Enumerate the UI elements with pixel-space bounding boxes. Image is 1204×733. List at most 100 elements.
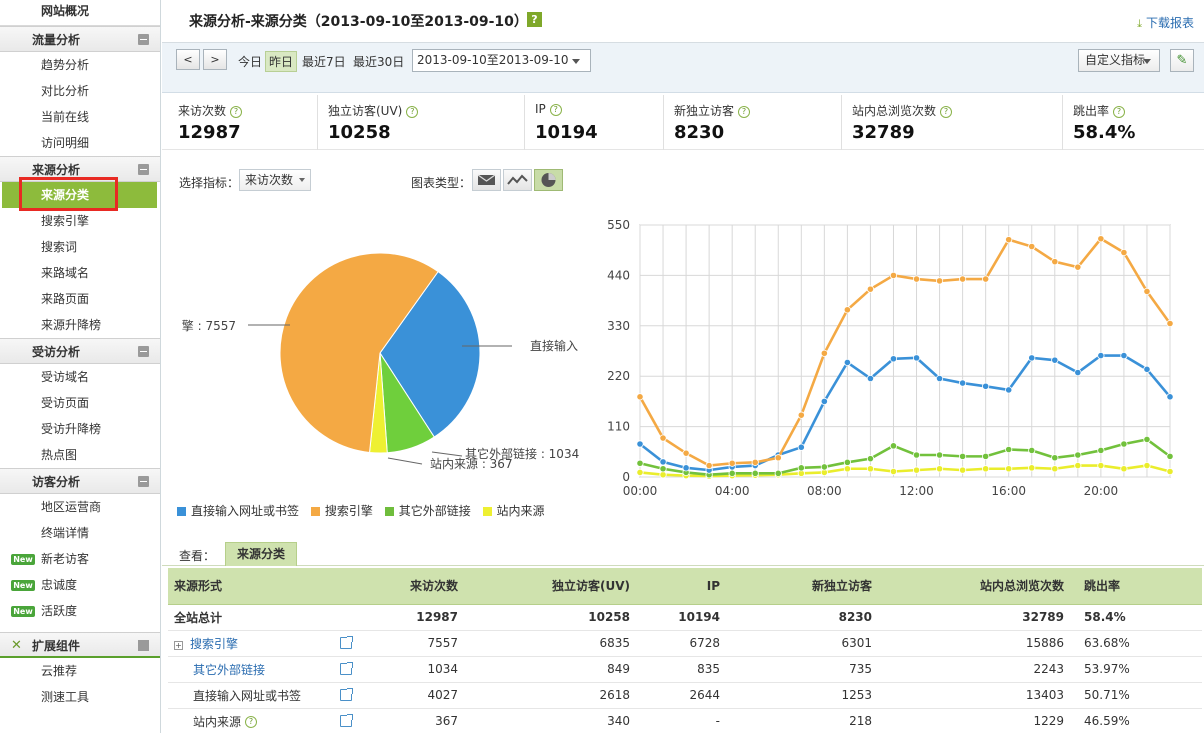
series-search-point[interactable] [774, 454, 782, 462]
series-search-point[interactable] [636, 393, 644, 401]
sidebar-item-visited-domain[interactable]: 受访域名 [0, 364, 160, 390]
series-search-point[interactable] [843, 306, 851, 314]
sidebar-item-cloud-recommend[interactable]: 云推荐 [0, 658, 160, 684]
series-direct-point[interactable] [682, 464, 690, 472]
series-internal-point[interactable] [1097, 461, 1105, 470]
series-external-point[interactable] [843, 458, 851, 466]
sidebar-item-visited-page[interactable]: 受访页面 [0, 390, 160, 416]
series-search-point[interactable] [751, 458, 759, 466]
legend-item-external[interactable]: 其它外部链接 [384, 502, 471, 519]
series-direct-point[interactable] [636, 440, 644, 448]
sidebar-item-compare[interactable]: 对比分析 [0, 78, 160, 104]
sidebar-item-terminal[interactable]: 终端详情 [0, 520, 160, 546]
help-icon[interactable]: ? [1113, 105, 1126, 118]
series-direct-point[interactable] [935, 374, 944, 383]
help-icon[interactable]: ? [738, 105, 751, 118]
series-external-point[interactable] [982, 452, 990, 460]
series-external-point[interactable] [889, 442, 898, 450]
series-external-point[interactable] [1120, 440, 1128, 448]
collapse-icon[interactable] [138, 164, 149, 175]
series-direct-point[interactable] [1051, 356, 1059, 364]
series-search-point[interactable] [889, 271, 898, 280]
series-internal-point[interactable] [1005, 465, 1013, 473]
sidebar-group-source[interactable]: 来源分析 [0, 156, 160, 182]
series-internal-point[interactable] [959, 466, 967, 474]
sidebar-item-trend[interactable]: 趋势分析 [0, 52, 160, 78]
custom-indicator-button[interactable]: 自定义指标 [1078, 49, 1160, 72]
column-header[interactable]: 新独立访客 [730, 568, 882, 605]
quick-date-today[interactable]: 今日 [238, 53, 262, 70]
series-direct-point[interactable] [1120, 351, 1128, 360]
series-search-point[interactable] [1120, 248, 1128, 257]
series-direct-point[interactable] [959, 379, 967, 387]
series-internal-point[interactable] [1120, 465, 1128, 473]
series-internal-point[interactable] [935, 465, 944, 473]
series-direct-point[interactable] [912, 354, 921, 362]
series-search-point[interactable] [728, 459, 736, 467]
column-header[interactable]: 独立访客(UV) [468, 568, 640, 605]
series-direct-point[interactable] [1074, 368, 1082, 377]
series-search-point[interactable] [912, 275, 921, 283]
series-external-point[interactable] [728, 469, 736, 477]
collapse-icon[interactable] [138, 34, 149, 45]
column-header[interactable]: 来源形式 [168, 568, 338, 605]
series-external-point[interactable] [797, 464, 805, 472]
series-direct-point[interactable] [797, 443, 805, 451]
series-internal-point[interactable] [1074, 461, 1082, 470]
help-icon[interactable]: ? [527, 12, 542, 27]
sidebar-group-visitor[interactable]: 访客分析 [0, 468, 160, 494]
series-external-point[interactable] [1074, 451, 1082, 459]
row-link[interactable]: 搜索引擎 [190, 637, 238, 651]
series-internal-point[interactable] [1143, 461, 1151, 470]
series-direct-point[interactable] [659, 458, 667, 466]
legend-item-search[interactable]: 搜索引擎 [310, 502, 373, 519]
sidebar-item-overview[interactable]: 网站概况 [0, 0, 160, 26]
help-icon[interactable]: ? [940, 105, 953, 118]
series-external-point[interactable] [959, 452, 967, 460]
help-icon[interactable]: ? [549, 103, 562, 116]
bar-chart-type-button[interactable] [472, 169, 501, 191]
series-external-point[interactable] [1097, 446, 1105, 455]
series-internal-point[interactable] [636, 468, 644, 477]
prev-day-button[interactable]: < [176, 49, 200, 70]
series-search-point[interactable] [1005, 236, 1013, 244]
row-link[interactable]: 其它外部链接 [174, 661, 265, 678]
series-search-point[interactable] [1166, 319, 1174, 328]
line-chart-type-button[interactable] [503, 169, 532, 191]
series-direct-point[interactable] [866, 374, 875, 383]
series-external-point[interactable] [636, 459, 644, 467]
help-icon[interactable]: ? [230, 105, 243, 118]
series-external-point[interactable] [1166, 452, 1174, 460]
column-header[interactable]: 跳出率 [1074, 568, 1202, 605]
series-internal-point[interactable] [1051, 465, 1059, 473]
series-external-point[interactable] [912, 451, 921, 459]
legend-item-internal[interactable]: 站内来源 [482, 502, 545, 519]
sidebar-item-source-ranking[interactable]: 来源升降榜 [0, 312, 160, 338]
series-direct-point[interactable] [1143, 365, 1151, 373]
sidebar-item-online[interactable]: 当前在线 [0, 104, 160, 130]
series-internal-point[interactable] [912, 466, 921, 474]
series-search-point[interactable] [866, 285, 875, 293]
sidebar-item-visit-detail[interactable]: 访问明细 [0, 130, 160, 156]
series-external-point[interactable] [1051, 454, 1059, 462]
open-external-icon[interactable] [340, 661, 353, 675]
series-internal-point[interactable] [1166, 467, 1174, 476]
sidebar-item-region[interactable]: 地区运营商 [0, 494, 160, 520]
tab-source-category[interactable]: 来源分类 [225, 542, 298, 566]
series-external-point[interactable] [935, 451, 944, 459]
series-search-point[interactable] [959, 275, 967, 283]
sidebar-group-traffic[interactable]: 流量分析 [0, 26, 160, 52]
column-header[interactable]: 来访次数 [338, 568, 468, 605]
series-search-point[interactable] [705, 461, 713, 470]
sidebar-item-speed-test[interactable]: 测速工具 [0, 684, 160, 710]
series-search-point[interactable] [982, 275, 990, 283]
indicator-select[interactable]: 来访次数 [239, 169, 311, 191]
series-search-point[interactable] [1028, 242, 1036, 251]
series-direct-point[interactable] [1005, 386, 1013, 394]
download-report-link[interactable]: ⤓ 下载报表 [1137, 14, 1194, 31]
series-search-point[interactable] [659, 434, 667, 442]
series-search-point[interactable] [1051, 258, 1059, 266]
series-external-point[interactable] [1005, 445, 1013, 454]
series-internal-point[interactable] [866, 465, 875, 473]
series-internal-point[interactable] [659, 471, 667, 479]
